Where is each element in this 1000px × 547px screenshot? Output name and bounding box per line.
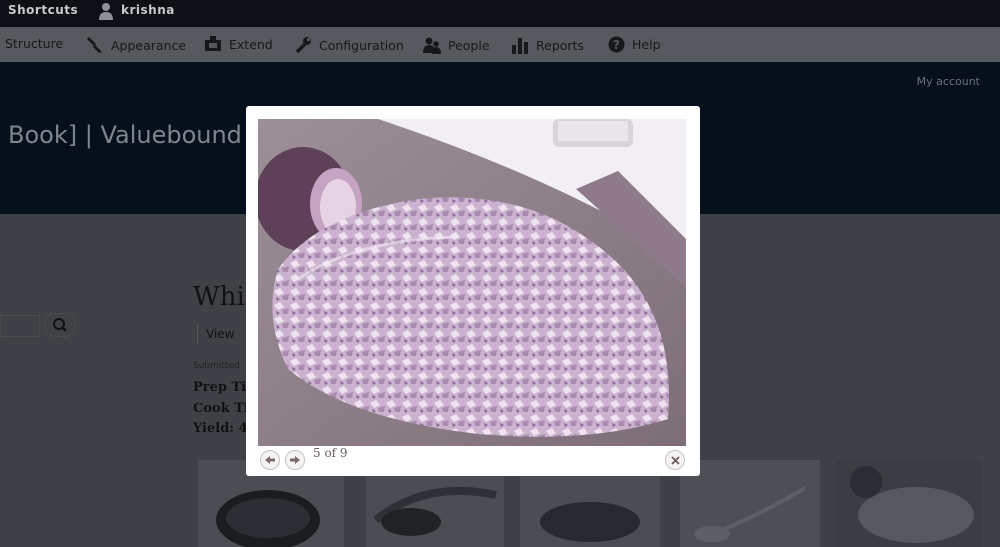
admin-toolbar: Shortcuts krishna — [0, 0, 1000, 27]
menu-item-appearance[interactable]: Appearance — [86, 36, 186, 54]
menu-item-people[interactable]: People — [423, 36, 490, 54]
close-icon — [670, 455, 680, 465]
menu-item-reports[interactable]: Reports — [511, 36, 584, 54]
menu-item-label: Structure — [5, 36, 64, 51]
shortcuts-link[interactable]: Shortcuts — [8, 3, 78, 17]
menu-item-label: People — [448, 37, 490, 53]
search-button[interactable] — [44, 313, 76, 337]
menu-item-label: Help — [632, 37, 661, 52]
puzzle-icon — [205, 36, 221, 51]
menu-item-help[interactable]: ? Help — [608, 36, 661, 53]
prep-time-label: Prep Ti — [193, 380, 247, 395]
bar-chart-icon — [512, 38, 528, 54]
wrench-icon — [295, 37, 311, 54]
menu-item-configuration[interactable]: Configuration — [294, 36, 404, 54]
yield-label: Yield: 4 — [193, 421, 248, 436]
site-title: Book] | Valuebound — [8, 121, 242, 149]
lightbox — [246, 106, 700, 476]
people-icon — [423, 37, 441, 54]
brush-icon — [86, 36, 102, 53]
user-link[interactable]: krishna — [121, 3, 175, 17]
node-title: Whi — [193, 282, 245, 312]
next-button[interactable] — [285, 450, 305, 470]
lightbox-image — [258, 119, 686, 446]
menu-item-label: Reports — [536, 37, 584, 53]
menu-item-label: Appearance — [111, 37, 187, 53]
search-input[interactable] — [0, 315, 40, 337]
arrow-right-icon — [290, 456, 300, 464]
arrow-left-icon — [265, 456, 275, 464]
close-button[interactable] — [665, 450, 685, 470]
submitted-info: Submitted — [193, 361, 240, 371]
search-icon — [53, 318, 67, 332]
menu-item-structure[interactable]: Structure — [5, 36, 63, 51]
admin-menu: Structure Appearance Extend Configuratio… — [0, 27, 1000, 63]
gallery-thumbnail[interactable] — [836, 460, 982, 547]
svg-text:?: ? — [613, 38, 620, 52]
menu-item-label: Configuration — [319, 37, 404, 53]
user-icon — [99, 3, 113, 20]
gallery-thumbnail[interactable] — [680, 460, 820, 547]
my-account-link[interactable]: My account — [917, 75, 980, 88]
tab-view[interactable]: View — [197, 324, 242, 344]
cook-time-label: Cook Ti — [193, 401, 249, 416]
menu-item-label: Extend — [229, 36, 273, 52]
menu-item-extend[interactable]: Extend — [204, 36, 273, 52]
image-counter: 5 of 9 — [313, 446, 348, 460]
previous-button[interactable] — [260, 450, 280, 470]
help-icon: ? — [608, 36, 625, 53]
